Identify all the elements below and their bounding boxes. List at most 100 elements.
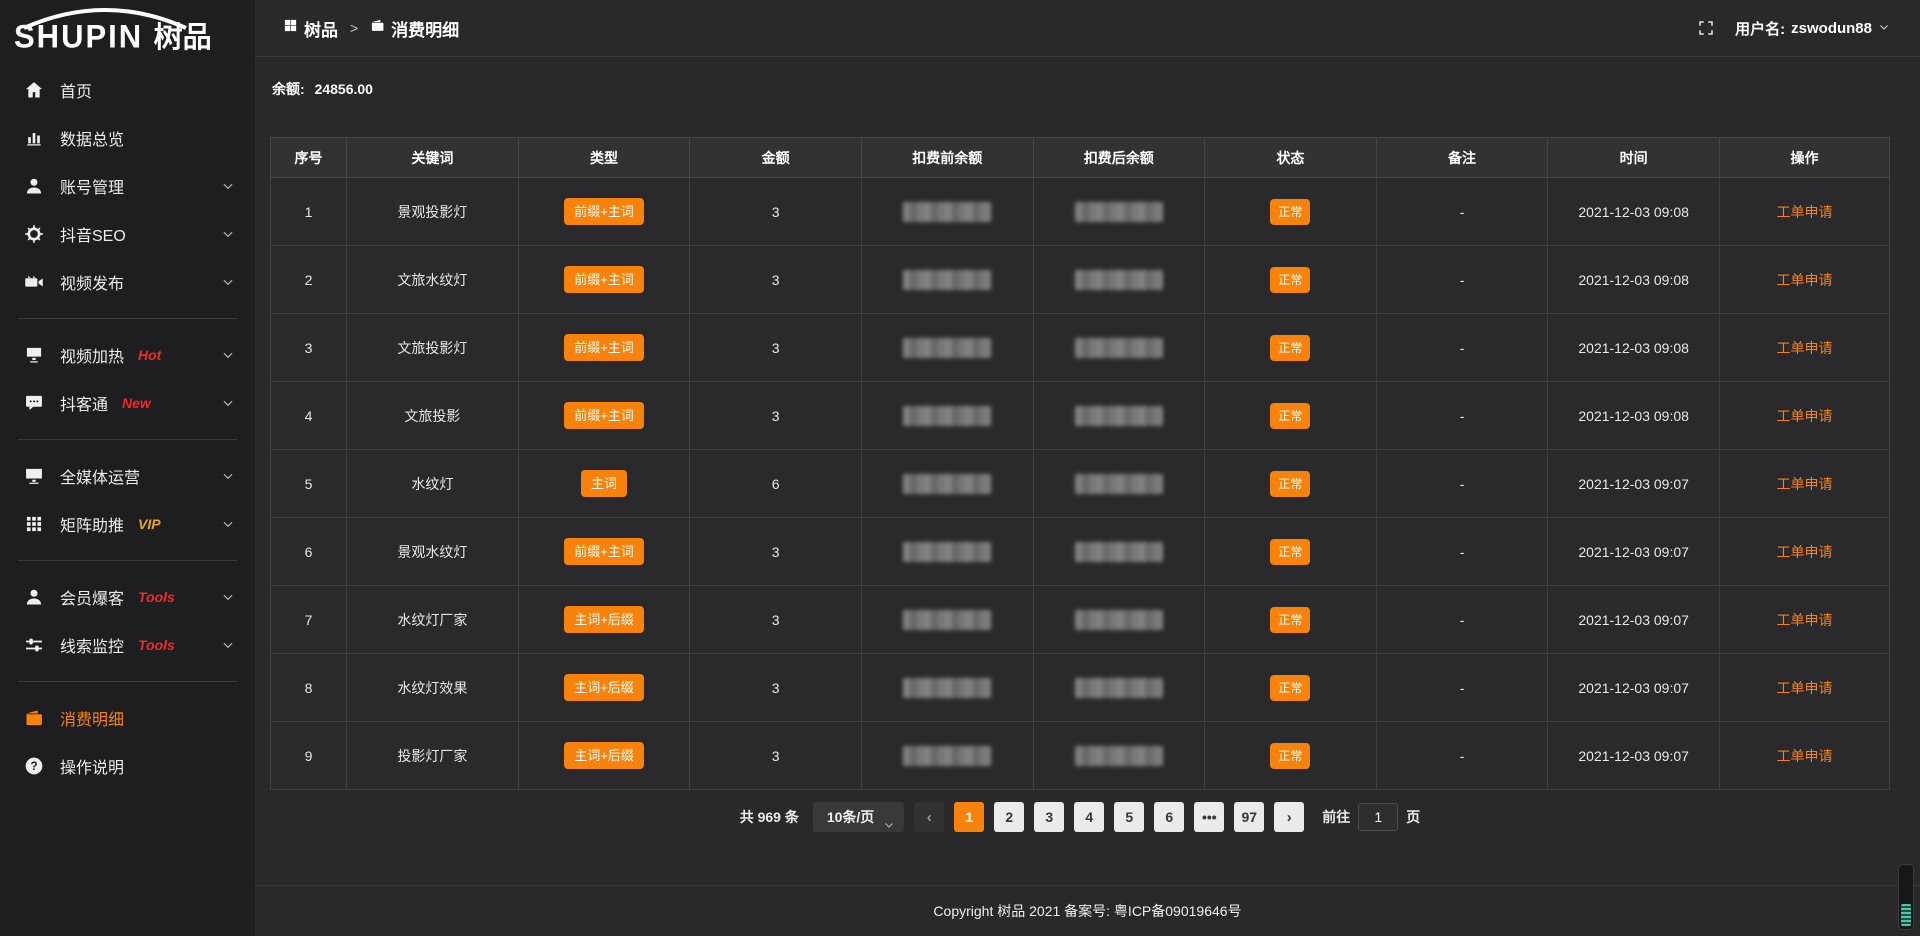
- grid-icon: [283, 18, 298, 38]
- sidebar-item-matrix-boost[interactable]: 矩阵助推VIP: [0, 500, 255, 548]
- gear-icon: [24, 224, 44, 244]
- work-order-link[interactable]: 工单申请: [1776, 680, 1832, 696]
- censored-balance: [1075, 406, 1163, 426]
- matrix-icon: [24, 514, 44, 534]
- sidebar-divider: [18, 560, 237, 561]
- cell-time: 2021-12-03 09:07: [1548, 586, 1720, 654]
- chevron-down-icon: [221, 638, 235, 652]
- table-row: 7水纹灯厂家主词+后缀3正常-2021-12-03 09:07工单申请: [271, 586, 1890, 654]
- cell-keyword: 文旅投影: [347, 382, 519, 450]
- sidebar-item-omni-media[interactable]: 全媒体运营: [0, 452, 255, 500]
- cell-post-balance: [1033, 518, 1205, 586]
- cell-index: 2: [271, 246, 347, 314]
- chevron-down-icon: [221, 179, 235, 193]
- page-ellipsis-button[interactable]: •••: [1194, 802, 1224, 832]
- work-order-link[interactable]: 工单申请: [1776, 476, 1832, 492]
- chevron-down-icon: [221, 469, 235, 483]
- next-page-button[interactable]: ›: [1274, 802, 1304, 832]
- sidebar-item-label: 抖音SEO: [60, 222, 126, 246]
- video-icon: [24, 272, 44, 292]
- home-icon: [24, 80, 44, 100]
- work-order-link[interactable]: 工单申请: [1776, 340, 1832, 356]
- status-badge: 正常: [1270, 471, 1310, 497]
- cell-amount: 3: [690, 654, 862, 722]
- user-menu[interactable]: 用户名: zswodun88: [1735, 18, 1890, 39]
- sidebar-item-data-overview[interactable]: 数据总览: [0, 114, 255, 162]
- cell-index: 7: [271, 586, 347, 654]
- censored-balance: [1075, 202, 1163, 222]
- cell-time: 2021-12-03 09:08: [1548, 314, 1720, 382]
- cell-keyword: 文旅投影灯: [347, 314, 519, 382]
- censored-balance: [903, 746, 991, 766]
- status-badge: 正常: [1270, 199, 1310, 225]
- cell-amount: 3: [690, 314, 862, 382]
- type-badge: 前缀+主词: [564, 538, 644, 565]
- user-icon: [24, 176, 44, 196]
- user-icon: [24, 587, 44, 607]
- page-button-1[interactable]: 1: [954, 802, 984, 832]
- cell-post-balance: [1033, 586, 1205, 654]
- sidebar-item-account-management[interactable]: 账号管理: [0, 162, 255, 210]
- sidebar-divider: [18, 681, 237, 682]
- cell-action: 工单申请: [1719, 518, 1889, 586]
- column-header: 时间: [1548, 138, 1720, 178]
- goto-page-input[interactable]: [1358, 803, 1398, 831]
- work-order-link[interactable]: 工单申请: [1776, 544, 1832, 560]
- sidebar-item-video-publish[interactable]: 视频发布: [0, 258, 255, 306]
- cell-note: -: [1376, 382, 1548, 450]
- page-button-3[interactable]: 3: [1034, 802, 1064, 832]
- table-row: 8水纹灯效果主词+后缀3正常-2021-12-03 09:07工单申请: [271, 654, 1890, 722]
- sidebar-item-member-baoke[interactable]: 会员爆客Tools: [0, 573, 255, 621]
- sidebar-item-clue-monitor[interactable]: 线索监控Tools: [0, 621, 255, 669]
- scroll-widget[interactable]: [1898, 864, 1914, 930]
- type-badge: 前缀+主词: [564, 266, 644, 293]
- page-size-select[interactable]: 10条/页: [813, 802, 904, 832]
- sidebar-item-video-heat[interactable]: 视频加热Hot: [0, 331, 255, 379]
- work-order-link[interactable]: 工单申请: [1776, 748, 1832, 764]
- sidebar-item-douyin-seo[interactable]: 抖音SEO: [0, 210, 255, 258]
- balance-label: 余额:: [272, 81, 305, 97]
- page-button-5[interactable]: 5: [1114, 802, 1144, 832]
- cell-type: 前缀+主词: [518, 382, 690, 450]
- sidebar-item-label: 首页: [60, 78, 92, 102]
- work-order-link[interactable]: 工单申请: [1776, 408, 1832, 424]
- sidebar-item-consumption-detail[interactable]: 消费明细: [0, 694, 255, 742]
- cell-index: 8: [271, 654, 347, 722]
- sidebar-item-douketong[interactable]: 抖客通New: [0, 379, 255, 427]
- work-order-link[interactable]: 工单申请: [1776, 204, 1832, 220]
- sidebar-item-instructions[interactable]: ?操作说明: [0, 742, 255, 790]
- page-button-2[interactable]: 2: [994, 802, 1024, 832]
- type-badge: 主词: [581, 470, 627, 497]
- prev-page-button[interactable]: ‹: [914, 802, 944, 832]
- cell-post-balance: [1033, 246, 1205, 314]
- cell-time: 2021-12-03 09:07: [1548, 450, 1720, 518]
- work-order-link[interactable]: 工单申请: [1776, 272, 1832, 288]
- chevron-down-icon: [221, 396, 235, 410]
- type-badge: 主词+后缀: [564, 742, 644, 769]
- cell-note: -: [1376, 654, 1548, 722]
- page-button-6[interactable]: 6: [1154, 802, 1184, 832]
- cell-type: 主词+后缀: [518, 654, 690, 722]
- cell-time: 2021-12-03 09:08: [1548, 178, 1720, 246]
- sidebar-item-label: 视频发布: [60, 270, 124, 294]
- cell-action: 工单申请: [1719, 314, 1889, 382]
- cell-type: 主词: [518, 450, 690, 518]
- user-name: zswodun88: [1791, 20, 1872, 37]
- cell-index: 3: [271, 314, 347, 382]
- page-button-4[interactable]: 4: [1074, 802, 1104, 832]
- breadcrumb-item-consumption-detail[interactable]: 消费明细: [370, 16, 459, 41]
- fullscreen-icon[interactable]: [1697, 19, 1715, 37]
- sidebar-item-home[interactable]: 首页: [0, 66, 255, 114]
- cell-action: 工单申请: [1719, 586, 1889, 654]
- censored-balance: [903, 610, 991, 630]
- work-order-link[interactable]: 工单申请: [1776, 612, 1832, 628]
- censored-balance: [903, 270, 991, 290]
- breadcrumb-item-shupin[interactable]: 树品: [283, 16, 338, 41]
- goto-suffix: 页: [1406, 807, 1420, 827]
- sliders-icon: [24, 635, 44, 655]
- sidebar-item-tag: New: [122, 395, 151, 411]
- topbar-right: 用户名: zswodun88: [1697, 18, 1890, 39]
- sidebar-item-tag: Tools: [138, 637, 175, 653]
- page-button-97[interactable]: 97: [1234, 802, 1264, 832]
- sidebar-item-label: 会员爆客: [60, 585, 124, 609]
